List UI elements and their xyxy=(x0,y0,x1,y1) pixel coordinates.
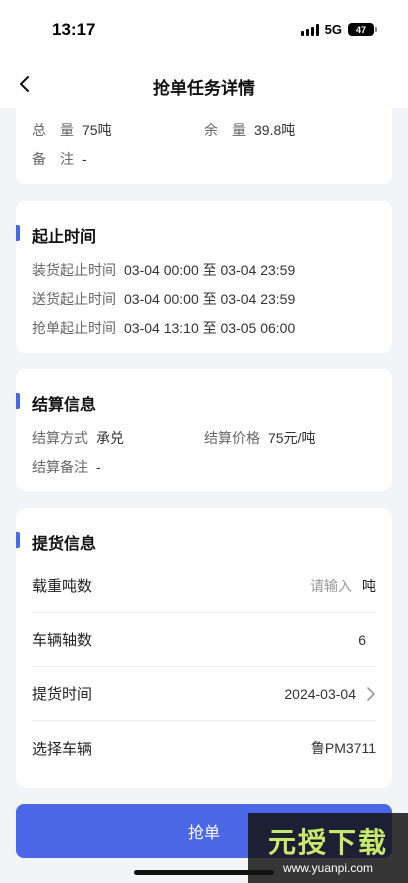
summary-card: 总 量 75吨 余 量 39.8吨 备 注- xyxy=(16,102,392,184)
status-time: 13:17 xyxy=(52,20,96,39)
note-value: - xyxy=(82,151,87,167)
delivery-time-label: 送货起止时间 xyxy=(32,291,116,307)
network-label: 5G xyxy=(324,22,342,37)
settle-remark-row: 结算备注 - xyxy=(32,457,101,477)
settle-remark-value: - xyxy=(96,459,101,475)
grab-time-row: 抢单起止时间 03-04 13:10 至 03-05 06:00 xyxy=(32,318,295,338)
total-label: 总 量 xyxy=(32,122,74,138)
note-label: 备 注 xyxy=(32,151,74,167)
pickup-time-row[interactable]: 提货时间 2024-03-04 xyxy=(32,667,376,721)
load-time-label: 装货起止时间 xyxy=(32,262,116,278)
tonnage-unit: 吨 xyxy=(362,577,376,594)
time-card: 起止时间 装货起止时间 03-04 00:00 至 03-04 23:59 送货起… xyxy=(16,201,392,353)
tonnage-row[interactable]: 载重吨数 请输入 吨 xyxy=(32,559,376,613)
watermark-logo: 元授下载 www.yuanpi.com xyxy=(248,813,408,883)
settle-price-value: 75元/吨 xyxy=(268,430,316,446)
time-section-title: 起止时间 xyxy=(32,229,97,246)
remain-value: 39.8吨 xyxy=(254,122,296,138)
load-time-value: 03-04 00:00 至 03-04 23:59 xyxy=(124,262,296,278)
settle-price-row: 结算价格 75元/吨 xyxy=(204,428,315,448)
vehicle-row[interactable]: 选择车辆 鲁PM3711 xyxy=(32,721,376,775)
axle-label: 车辆轴数 xyxy=(32,632,93,649)
axle-row[interactable]: 车辆轴数 6 xyxy=(32,613,376,667)
grab-time-label: 抢单起止时间 xyxy=(32,320,116,336)
settle-method-row: 结算方式 承兑 xyxy=(32,428,124,448)
vehicle-label: 选择车辆 xyxy=(32,740,93,758)
note-row: 备 注- xyxy=(32,149,87,169)
status-bar: 13:17 5G 47 xyxy=(0,0,408,60)
section-accent-bar xyxy=(16,532,20,548)
watermark-url: www.yuanpi.com xyxy=(282,861,374,875)
section-accent-bar xyxy=(16,393,20,409)
total-row: 总 量 75吨 xyxy=(32,120,112,140)
battery-icon: 47 xyxy=(348,23,377,36)
watermark-text: 元授下载 xyxy=(267,827,388,858)
settle-remark-label: 结算备注 xyxy=(32,459,88,475)
delivery-time-row: 送货起止时间 03-04 00:00 至 03-04 23:59 xyxy=(32,289,295,309)
remain-row: 余 量 39.8吨 xyxy=(204,120,295,140)
pickup-card: 提货信息 载重吨数 请输入 吨 车辆轴数 6 提货时间 2024-03-04 选… xyxy=(16,508,392,788)
pickup-time-label: 提货时间 xyxy=(32,686,93,703)
chevron-right-icon xyxy=(367,686,375,701)
settlement-section-title: 结算信息 xyxy=(32,397,97,414)
axle-value[interactable]: 6 xyxy=(358,632,366,648)
settle-method-label: 结算方式 xyxy=(32,430,88,446)
remain-label: 余 量 xyxy=(204,122,246,138)
load-time-row: 装货起止时间 03-04 00:00 至 03-04 23:59 xyxy=(32,260,295,280)
tonnage-input[interactable]: 请输入 xyxy=(310,576,352,596)
grab-time-value: 03-04 13:10 至 03-05 06:00 xyxy=(124,320,296,336)
section-accent-bar xyxy=(16,225,20,241)
settle-method-value: 承兑 xyxy=(96,430,124,446)
tonnage-label: 载重吨数 xyxy=(32,578,93,595)
delivery-time-value: 03-04 00:00 至 03-04 23:59 xyxy=(124,291,296,307)
status-indicators: 5G 47 xyxy=(300,22,377,37)
settle-price-label: 结算价格 xyxy=(204,430,260,446)
pickup-section-title: 提货信息 xyxy=(32,536,97,553)
total-value: 75吨 xyxy=(82,122,112,138)
page-title: 抢单任务详情 xyxy=(153,79,255,98)
vehicle-value[interactable]: 鲁PM3711 xyxy=(311,738,376,758)
pickup-time-value[interactable]: 2024-03-04 xyxy=(284,686,356,702)
settlement-card: 结算信息 结算方式 承兑 结算价格 75元/吨 结算备注 - xyxy=(16,369,392,491)
nav-bar: 抢单任务详情 xyxy=(0,60,408,108)
signal-icon xyxy=(300,23,319,36)
